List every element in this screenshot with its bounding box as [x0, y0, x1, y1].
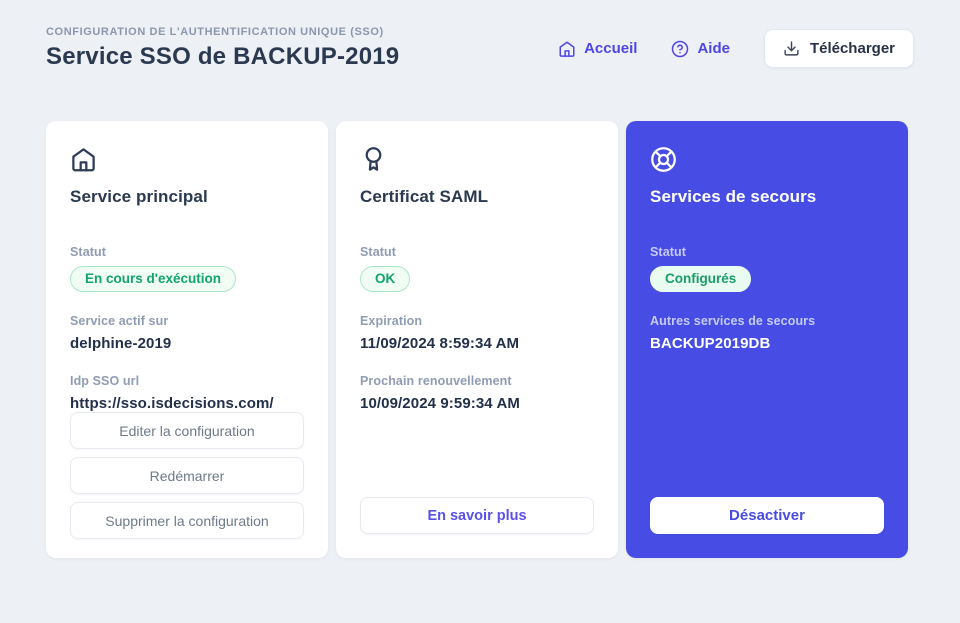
- service-host-field: Service actif sur delphine-2019: [70, 314, 304, 352]
- status-field: Statut En cours d'exécution: [70, 245, 304, 292]
- help-link[interactable]: Aide: [671, 40, 730, 58]
- card-actions: En savoir plus: [360, 497, 594, 534]
- download-icon: [783, 40, 800, 57]
- cards-row: Service principal Statut En cours d'exéc…: [46, 121, 914, 558]
- edit-configuration-button[interactable]: Editer la configuration: [70, 412, 304, 449]
- home-icon: [558, 40, 576, 58]
- expiration-field: Expiration 11/09/2024 8:59:34 AM: [360, 314, 594, 352]
- restart-button[interactable]: Redémarrer: [70, 457, 304, 494]
- delete-configuration-button[interactable]: Supprimer la configuration: [70, 502, 304, 539]
- status-label: Statut: [70, 245, 107, 259]
- header-actions: Accueil Aide Télécharger: [558, 29, 914, 68]
- field-value: delphine-2019: [70, 335, 172, 352]
- status-label: Statut: [360, 245, 397, 259]
- status-field: Statut OK: [360, 245, 594, 292]
- help-circle-icon: [671, 40, 689, 58]
- download-button-label: Télécharger: [809, 40, 895, 57]
- field-label: Autres services de secours: [650, 314, 816, 328]
- status-field: Statut Configurés: [650, 245, 884, 292]
- field-label: Idp SSO url: [70, 374, 140, 388]
- page-eyebrow: CONFIGURATION DE L'AUTHENTIFICATION UNIQ…: [46, 26, 384, 38]
- card-certificat-saml: Certificat SAML Statut OK Expiration 11/…: [336, 121, 618, 558]
- home-link[interactable]: Accueil: [558, 40, 637, 58]
- award-icon: [360, 146, 594, 173]
- page-header: CONFIGURATION DE L'AUTHENTIFICATION UNIQ…: [46, 26, 914, 71]
- idp-url-field: Idp SSO url https://sso.isdecisions.com/: [70, 374, 304, 412]
- page: CONFIGURATION DE L'AUTHENTIFICATION UNIQ…: [0, 0, 960, 558]
- card-actions: Désactiver: [650, 497, 884, 534]
- help-link-label: Aide: [697, 40, 730, 57]
- status-label: Statut: [650, 245, 687, 259]
- field-value: 11/09/2024 8:59:34 AM: [360, 335, 520, 352]
- renewal-field: Prochain renouvellement 10/09/2024 9:59:…: [360, 374, 594, 412]
- life-buoy-icon: [650, 146, 884, 173]
- card-actions: Editer la configuration Redémarrer Suppr…: [70, 412, 304, 539]
- field-value: https://sso.isdecisions.com/: [70, 395, 274, 412]
- learn-more-button[interactable]: En savoir plus: [360, 497, 594, 534]
- card-title: Certificat SAML: [360, 187, 489, 206]
- field-value: BACKUP2019DB: [650, 335, 771, 352]
- card-title: Service principal: [70, 187, 208, 206]
- field-value: 10/09/2024 9:59:34 AM: [360, 395, 520, 412]
- card-services-de-secours: Services de secours Statut Configurés Au…: [626, 121, 908, 558]
- home-icon: [70, 146, 304, 173]
- status-badge: Configurés: [650, 266, 752, 292]
- deactivate-button[interactable]: Désactiver: [650, 497, 884, 534]
- download-button[interactable]: Télécharger: [763, 29, 914, 68]
- card-service-principal: Service principal Statut En cours d'exéc…: [46, 121, 328, 558]
- field-label: Expiration: [360, 314, 423, 328]
- field-label: Prochain renouvellement: [360, 374, 512, 388]
- home-link-label: Accueil: [584, 40, 638, 57]
- status-badge: En cours d'exécution: [70, 266, 236, 292]
- status-badge: OK: [360, 266, 411, 292]
- header-title-block: CONFIGURATION DE L'AUTHENTIFICATION UNIQ…: [46, 26, 399, 71]
- field-label: Service actif sur: [70, 314, 169, 328]
- card-title: Services de secours: [650, 187, 817, 206]
- page-title: Service SSO de BACKUP-2019: [46, 43, 400, 70]
- backup-services-field: Autres services de secours BACKUP2019DB: [650, 314, 884, 352]
